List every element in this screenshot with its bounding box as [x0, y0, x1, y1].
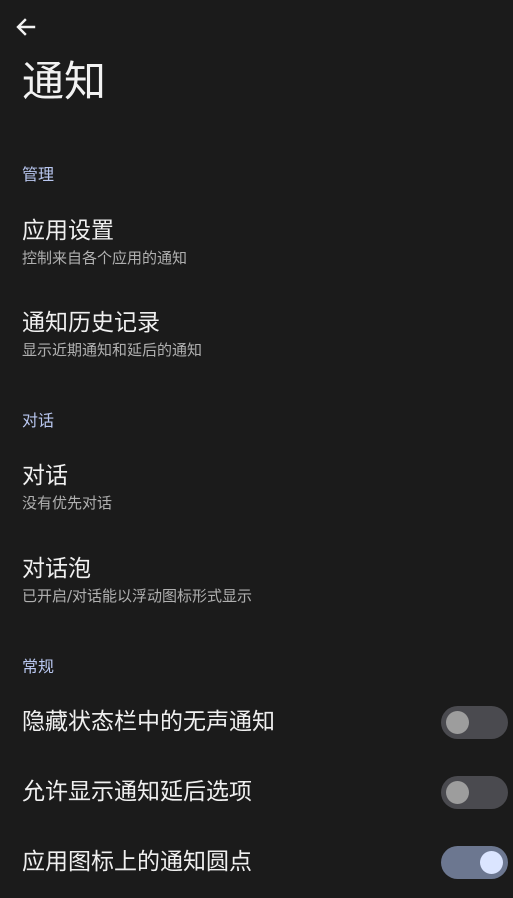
conversations-subtitle: 没有优先对话 — [22, 494, 113, 512]
app-settings-subtitle: 控制来自各个应用的通知 — [22, 249, 188, 267]
section-header-general: 常规 — [22, 657, 55, 676]
toggle-label-notification-dot: 应用图标上的通知圆点 — [22, 849, 252, 875]
arrow-left-icon — [16, 18, 36, 36]
app-settings-title: 应用设置 — [22, 218, 114, 244]
notification-history-item[interactable]: 通知历史记录 显示近期通知和延后的通知 — [0, 297, 513, 375]
switch-thumb — [446, 711, 469, 734]
bubbles-title: 对话泡 — [22, 556, 91, 582]
notification-history-subtitle: 显示近期通知和延后的通知 — [22, 341, 203, 359]
conversations-title: 对话 — [22, 463, 68, 489]
back-button[interactable] — [10, 12, 42, 42]
conversations-item[interactable]: 对话 没有优先对话 — [0, 450, 513, 528]
toggle-label-snooze-option: 允许显示通知延后选项 — [22, 779, 252, 805]
notification-history-title: 通知历史记录 — [22, 310, 160, 336]
toggle-label-hide-silent: 隐藏状态栏中的无声通知 — [22, 709, 275, 735]
bubbles-item[interactable]: 对话泡 已开启/对话能以浮动图标形式显示 — [0, 543, 513, 621]
app-settings-item[interactable]: 应用设置 控制来自各个应用的通知 — [0, 205, 513, 283]
page-title: 通知 — [22, 57, 107, 106]
snooze-option-switch[interactable] — [441, 776, 508, 809]
hide-silent-switch[interactable] — [441, 706, 508, 739]
bubbles-subtitle: 已开启/对话能以浮动图标形式显示 — [22, 587, 253, 605]
toggle-row-hide-silent[interactable]: 隐藏状态栏中的无声通知 — [0, 687, 513, 757]
section-header-conversation: 对话 — [22, 411, 55, 430]
toggle-row-snooze-option[interactable]: 允许显示通知延后选项 — [0, 757, 513, 827]
switch-thumb — [480, 851, 503, 874]
section-header-manage: 管理 — [22, 165, 55, 184]
toggle-row-notification-dot[interactable]: 应用图标上的通知圆点 — [0, 827, 513, 897]
notification-dot-switch[interactable] — [441, 846, 508, 879]
switch-thumb — [446, 781, 469, 804]
